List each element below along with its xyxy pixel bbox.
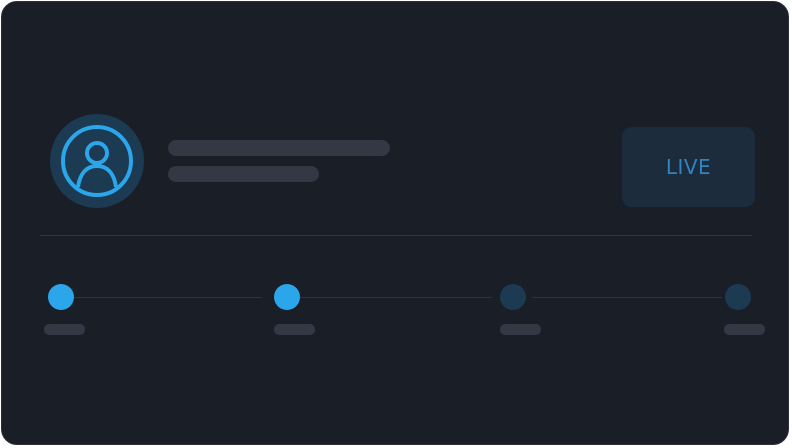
live-button-label: LIVE: [665, 155, 712, 179]
subtitle-placeholder: [168, 166, 319, 182]
step-1-dot: [48, 284, 74, 310]
step-connector: [300, 297, 492, 298]
step-4-label-placeholder: [724, 324, 765, 335]
step-3-label-placeholder: [500, 324, 541, 335]
name-placeholder: [168, 140, 390, 156]
avatar: [50, 114, 144, 208]
step-connector: [74, 297, 262, 298]
step-1-label-placeholder: [44, 324, 85, 335]
live-button[interactable]: LIVE: [622, 127, 755, 207]
step-4-dot: [725, 284, 751, 310]
step-3-dot: [500, 284, 526, 310]
status-card: LIVE: [1, 1, 789, 445]
user-icon: [61, 125, 133, 197]
step-2-label-placeholder: [274, 324, 315, 335]
step-connector: [532, 297, 722, 298]
step-2-dot: [274, 284, 300, 310]
divider: [40, 235, 752, 236]
